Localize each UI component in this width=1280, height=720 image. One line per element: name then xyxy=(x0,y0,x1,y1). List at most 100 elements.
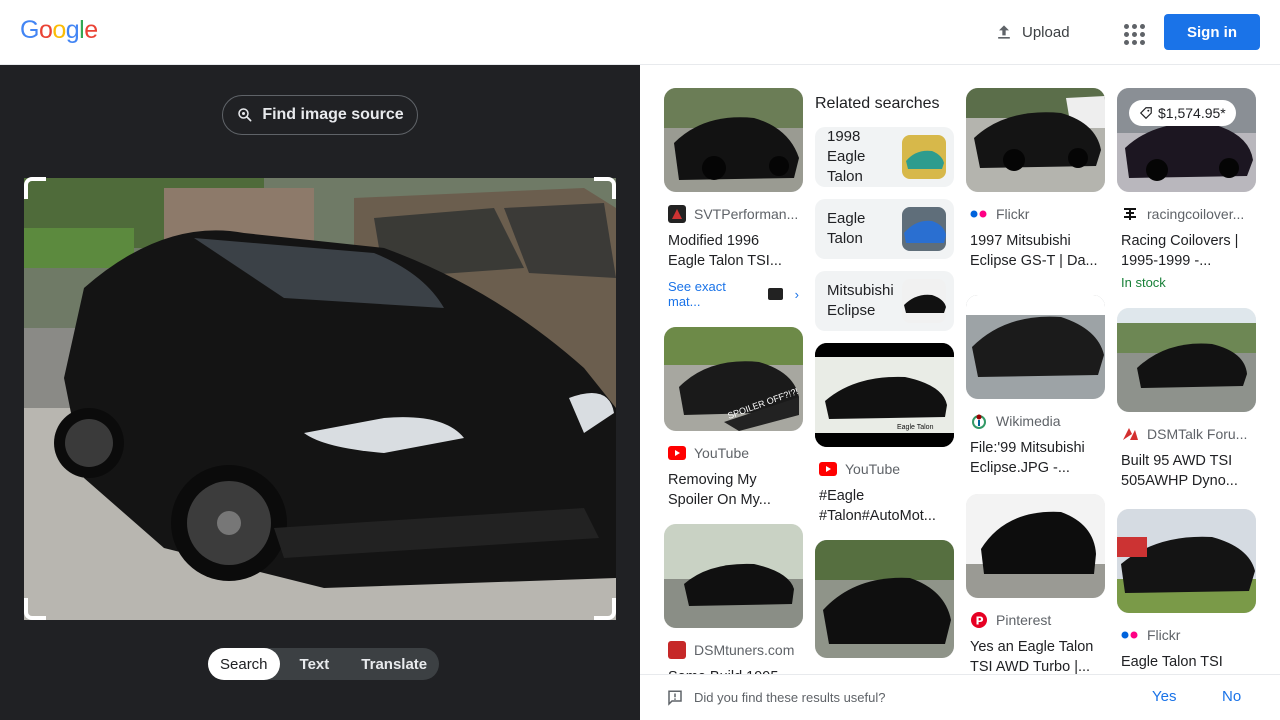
result-card[interactable]: P Pinterest Yes an Eagle Talon TSI AWD T… xyxy=(966,494,1105,677)
wikimedia-icon xyxy=(970,412,988,430)
tab-translate[interactable]: Translate xyxy=(349,648,439,680)
results-column-1: SVTPerforman... Modified 1996 Eagle Talo… xyxy=(664,88,803,685)
result-thumbnail[interactable] xyxy=(664,88,803,192)
exact-matches-label: See exact mat... xyxy=(668,279,726,309)
result-title[interactable]: 1997 Mitsubishi Eclipse GS-T | Da... xyxy=(970,231,1101,271)
dsmtuners-favicon-icon xyxy=(668,641,686,659)
result-source[interactable]: Flickr xyxy=(1121,626,1252,644)
related-search-label: Eagle Talon xyxy=(827,210,866,247)
pinterest-icon: P xyxy=(970,611,988,629)
flickr-icon xyxy=(970,205,988,223)
source-name: racingcoilover... xyxy=(1147,206,1245,222)
apps-grid-icon[interactable] xyxy=(1116,16,1148,48)
source-name: Wikimedia xyxy=(996,413,1061,429)
result-card[interactable]: $1,574.95* racingcoilover... Racing Coil… xyxy=(1117,88,1256,290)
results-column-3: Flickr 1997 Mitsubishi Eclipse GS-T | Da… xyxy=(966,88,1105,685)
crop-handle-bottom-right[interactable] xyxy=(594,598,616,620)
result-card[interactable]: Eagle Talon YouTube #Eagle #Talon#AutoMo… xyxy=(815,343,954,526)
source-name: YouTube xyxy=(694,445,750,461)
upload-label: Upload xyxy=(1022,23,1070,41)
youtube-icon xyxy=(819,460,837,478)
flickr-icon xyxy=(1121,626,1139,644)
result-card[interactable]: Flickr Eagle Talon TSI xyxy=(1117,509,1256,685)
result-title[interactable]: #Eagle #Talon#AutoMot... xyxy=(819,486,950,526)
results-panel: SVTPerforman... Modified 1996 Eagle Talo… xyxy=(640,65,1280,685)
feedback-yes-button[interactable]: Yes xyxy=(1152,688,1176,705)
search-mode-tabs: Search Text Translate xyxy=(208,648,440,680)
result-source[interactable]: Flickr xyxy=(970,205,1101,223)
crop-handle-top-left[interactable] xyxy=(24,177,46,199)
result-thumbnail[interactable] xyxy=(966,88,1105,192)
related-search-item[interactable]: Eagle Talon xyxy=(815,199,954,259)
feedback-icon xyxy=(668,690,682,706)
result-card[interactable]: Flickr 1997 Mitsubishi Eclipse GS-T | Da… xyxy=(966,88,1105,271)
feedback-no-button[interactable]: No xyxy=(1222,688,1241,705)
chevron-right-icon: › xyxy=(794,286,799,302)
feedback-question: Did you find these results useful? xyxy=(694,690,886,705)
result-card[interactable]: Wikimedia File:'99 Mitsubishi Eclipse.JP… xyxy=(966,295,1105,478)
result-source[interactable]: DSMtuners.com xyxy=(668,641,799,659)
related-search-item[interactable]: Mitsubishi Eclipse xyxy=(815,271,954,331)
upload-button[interactable]: Upload xyxy=(984,14,1080,50)
result-title[interactable]: Removing My Spoiler On My... xyxy=(668,470,799,510)
result-source[interactable]: DSMTalk Foru... xyxy=(1121,425,1252,443)
result-title[interactable]: Modified 1996 Eagle Talon TSI... xyxy=(668,231,799,271)
logo-letter: e xyxy=(84,16,98,44)
find-image-source-button[interactable]: Find image source xyxy=(222,95,418,135)
result-card[interactable]: DSMTalk Foru... Built 95 AWD TSI 505AWHP… xyxy=(1117,308,1256,491)
crop-handle-top-right[interactable] xyxy=(594,177,616,199)
google-logo[interactable]: Google xyxy=(20,16,98,45)
related-search-label: 1998 Eagle Talon xyxy=(827,128,866,185)
result-thumbnail[interactable] xyxy=(664,524,803,628)
lens-search-icon xyxy=(238,108,252,122)
result-title[interactable]: File:'99 Mitsubishi Eclipse.JPG -... xyxy=(970,438,1101,478)
result-thumbnail[interactable] xyxy=(1117,308,1256,412)
result-thumbnail[interactable]: Eagle Talon xyxy=(815,343,954,447)
svt-favicon-icon xyxy=(668,205,686,223)
result-thumbnail[interactable] xyxy=(815,540,954,658)
price-badge: $1,574.95* xyxy=(1129,100,1236,126)
result-thumbnail[interactable]: SPOILER OFF?!?! xyxy=(664,327,803,431)
tab-text[interactable]: Text xyxy=(280,648,350,680)
upload-icon xyxy=(998,25,1010,39)
source-name: DSMtuners.com xyxy=(694,642,795,658)
related-search-label: Mitsubishi Eclipse xyxy=(827,282,894,319)
query-image-panel: Find image source Search Text Translate xyxy=(0,65,640,720)
result-thumbnail[interactable] xyxy=(966,295,1105,399)
result-source[interactable]: P Pinterest xyxy=(970,611,1101,629)
result-source[interactable]: Wikimedia xyxy=(970,412,1101,430)
crop-handle-bottom-left[interactable] xyxy=(24,598,46,620)
logo-letter: G xyxy=(20,16,39,44)
result-card[interactable]: DSMtuners.com Some Build 1995... xyxy=(664,524,803,685)
results-column-4: $1,574.95* racingcoilover... Racing Coil… xyxy=(1117,88,1256,685)
related-search-item[interactable]: 1998 Eagle Talon xyxy=(815,127,954,187)
price-value: $1,574.95* xyxy=(1158,105,1226,121)
logo-letter: o xyxy=(52,16,66,44)
result-card[interactable]: SPOILER OFF?!?! YouTube Removing My Spoi… xyxy=(664,327,803,510)
result-title[interactable]: Yes an Eagle Talon TSI AWD Turbo |... xyxy=(970,637,1101,677)
related-search-thumb xyxy=(902,207,946,251)
svg-text:Eagle Talon: Eagle Talon xyxy=(897,424,934,431)
sign-in-button[interactable]: Sign in xyxy=(1164,14,1260,50)
result-source[interactable]: YouTube xyxy=(668,444,799,462)
tab-search[interactable]: Search xyxy=(208,648,280,680)
source-name: SVTPerforman... xyxy=(694,206,799,222)
dsmtalk-favicon-icon xyxy=(1121,425,1139,443)
see-exact-matches-link[interactable]: See exact mat... › xyxy=(668,279,799,309)
result-source[interactable]: SVTPerforman... xyxy=(668,205,799,223)
result-source[interactable]: racingcoilover... xyxy=(1121,205,1252,223)
result-thumbnail[interactable] xyxy=(966,494,1105,598)
source-name: DSMTalk Foru... xyxy=(1147,426,1248,442)
result-title[interactable]: Racing Coilovers | 1995-1999 -... xyxy=(1121,231,1252,271)
result-source[interactable]: YouTube xyxy=(819,460,950,478)
result-title[interactable]: Built 95 AWD TSI 505AWHP Dyno... xyxy=(1121,451,1252,491)
query-image[interactable] xyxy=(24,178,616,620)
source-name: YouTube xyxy=(845,461,901,477)
result-thumbnail[interactable]: $1,574.95* xyxy=(1117,88,1256,192)
related-searches-heading: Related searches xyxy=(815,95,940,112)
result-card[interactable] xyxy=(815,540,954,658)
result-thumbnail[interactable] xyxy=(1117,509,1256,613)
result-card[interactable]: SVTPerforman... Modified 1996 Eagle Talo… xyxy=(664,88,803,309)
youtube-icon xyxy=(668,444,686,462)
logo-letter: o xyxy=(38,16,53,44)
